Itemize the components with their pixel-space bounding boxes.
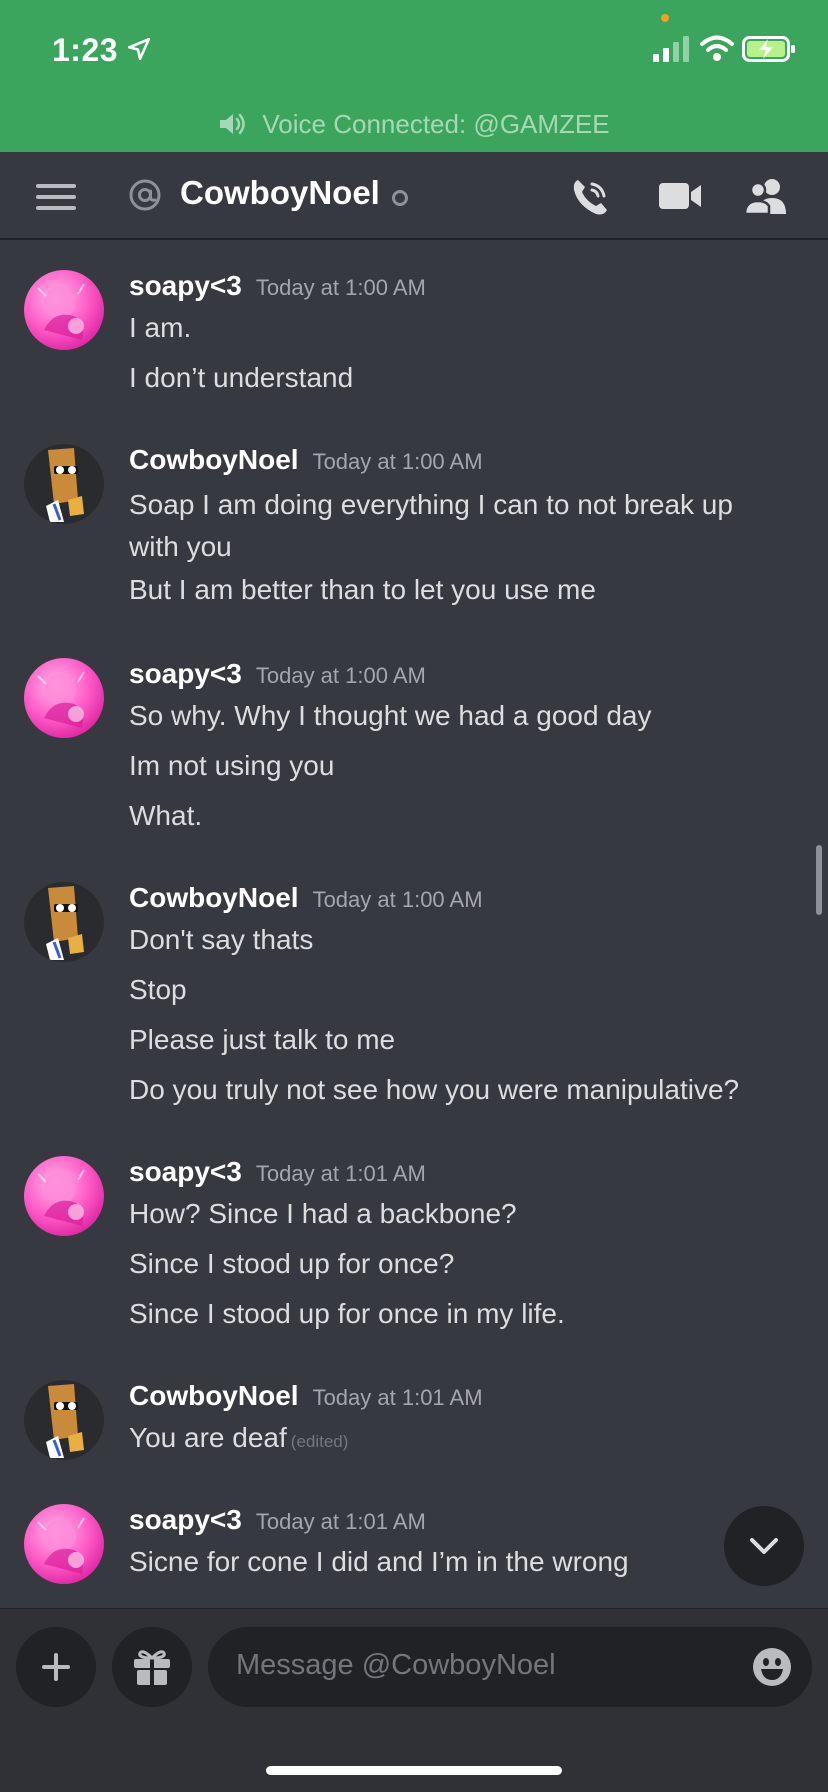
avatar-soapy[interactable] xyxy=(24,270,104,350)
message-timestamp: Today at 1:00 AM xyxy=(255,275,426,300)
avatar-art-icon xyxy=(37,671,85,728)
channel-header: CowboyNoel xyxy=(0,152,828,240)
author-name[interactable]: soapy<3 xyxy=(129,1156,242,1187)
location-arrow-icon xyxy=(127,37,151,61)
avatar-cowboynoel[interactable] xyxy=(24,1380,104,1460)
message-timestamp: Today at 1:01 AM xyxy=(255,1509,426,1534)
voice-call-icon[interactable] xyxy=(570,176,612,218)
message-header: soapy<3 Today at 1:00 AM xyxy=(129,658,426,698)
message-text[interactable]: So why. Why I thought we had a good day xyxy=(129,700,651,732)
author-name[interactable]: CowboyNoel xyxy=(129,444,299,475)
message-text[interactable]: I don’t understand xyxy=(129,362,353,394)
gift-nitro-button[interactable] xyxy=(112,1627,192,1707)
message-text[interactable]: Soap I am doing everything I can to not … xyxy=(129,484,789,568)
message-input-placeholder: Message @CowboyNoel xyxy=(236,1649,556,1681)
chevron-down-icon xyxy=(750,1538,778,1554)
voice-connected-banner[interactable]: Voice Connected: @GAMZEE xyxy=(0,104,828,144)
avatar-soapy[interactable] xyxy=(24,1156,104,1236)
avatar-art-icon xyxy=(37,283,85,340)
message-header: soapy<3 Today at 1:01 AM xyxy=(129,1156,426,1196)
channel-title[interactable]: CowboyNoel xyxy=(180,174,380,212)
message-timestamp: Today at 1:00 AM xyxy=(312,887,483,912)
author-name[interactable]: CowboyNoel xyxy=(129,882,299,913)
avatar-art-icon xyxy=(46,448,84,522)
avatar-art-icon xyxy=(46,1384,84,1458)
privacy-indicator-dot xyxy=(661,14,669,22)
plus-icon xyxy=(42,1653,70,1681)
message-text[interactable]: Don't say thats xyxy=(129,924,313,956)
voice-banner-text: Voice Connected: @GAMZEE xyxy=(262,108,610,139)
hamburger-menu-icon[interactable] xyxy=(36,182,76,212)
message-header: CowboyNoel Today at 1:01 AM xyxy=(129,1380,483,1420)
message-text[interactable]: I am. xyxy=(129,312,191,344)
avatar-cowboynoel[interactable] xyxy=(24,444,104,524)
message-composer: Message @CowboyNoel xyxy=(0,1608,828,1792)
message-input[interactable]: Message @CowboyNoel xyxy=(208,1627,812,1707)
author-name[interactable]: soapy<3 xyxy=(129,1504,242,1535)
author-name[interactable]: soapy<3 xyxy=(129,658,242,689)
at-icon xyxy=(129,179,161,211)
wifi-icon xyxy=(700,35,734,61)
avatar-soapy[interactable] xyxy=(24,1504,104,1584)
message-timestamp: Today at 1:00 AM xyxy=(312,449,483,474)
scrollbar[interactable] xyxy=(816,845,822,915)
message-text[interactable]: What. xyxy=(129,800,202,832)
home-indicator xyxy=(266,1766,562,1775)
message-text[interactable]: Im not using you xyxy=(129,750,334,782)
edited-label: (edited) xyxy=(290,1432,349,1451)
message-text: You are deaf xyxy=(129,1422,287,1453)
message-text[interactable]: Stop xyxy=(129,974,187,1006)
author-name[interactable]: soapy<3 xyxy=(129,270,242,301)
signal-icon xyxy=(653,36,689,62)
add-attachment-button[interactable] xyxy=(16,1627,96,1707)
message-text[interactable]: Sicne for cone I did and I’m in the wron… xyxy=(129,1546,629,1578)
author-name[interactable]: CowboyNoel xyxy=(129,1380,299,1411)
jump-to-present-button[interactable] xyxy=(724,1506,804,1586)
message-text[interactable]: Do you truly not see how you were manipu… xyxy=(129,1074,739,1106)
message-header: CowboyNoel Today at 1:00 AM xyxy=(129,882,483,922)
message-header: soapy<3 Today at 1:01 AM xyxy=(129,1504,426,1544)
avatar-art-icon xyxy=(37,1169,85,1226)
gift-icon xyxy=(134,1650,170,1685)
message-header: CowboyNoel Today at 1:00 AM xyxy=(129,444,483,484)
avatar-soapy[interactable] xyxy=(24,658,104,738)
message-text[interactable]: But I am better than to let you use me xyxy=(129,574,596,606)
members-list-icon[interactable] xyxy=(744,176,790,216)
avatar-art-icon xyxy=(37,1517,85,1574)
status-area: 1:23 Voice Connected: @GAMZEE xyxy=(0,0,828,152)
message-timestamp: Today at 1:01 AM xyxy=(255,1161,426,1186)
video-call-icon[interactable] xyxy=(658,180,702,212)
message-text[interactable]: Since I stood up for once in my life. xyxy=(129,1298,565,1330)
battery-icon xyxy=(742,36,795,62)
speaker-icon xyxy=(220,113,246,135)
status-time: 1:23 xyxy=(52,32,119,68)
emoji-icon[interactable] xyxy=(752,1647,792,1687)
message-text[interactable]: Since I stood up for once? xyxy=(129,1248,454,1280)
message-text[interactable]: How? Since I had a backbone? xyxy=(129,1198,517,1230)
message-timestamp: Today at 1:01 AM xyxy=(312,1385,483,1410)
message-header: soapy<3 Today at 1:00 AM xyxy=(129,270,426,310)
message-text-row[interactable]: You are deaf (edited) xyxy=(129,1422,348,1454)
message-list[interactable]: soapy<3 Today at 1:00 AM I am. I don’t un… xyxy=(0,240,828,1610)
avatar-cowboynoel[interactable] xyxy=(24,882,104,962)
avatar-art-icon xyxy=(46,886,84,960)
message-timestamp: Today at 1:00 AM xyxy=(255,663,426,688)
offline-status-indicator xyxy=(392,190,408,206)
message-text[interactable]: Please just talk to me xyxy=(129,1024,395,1056)
